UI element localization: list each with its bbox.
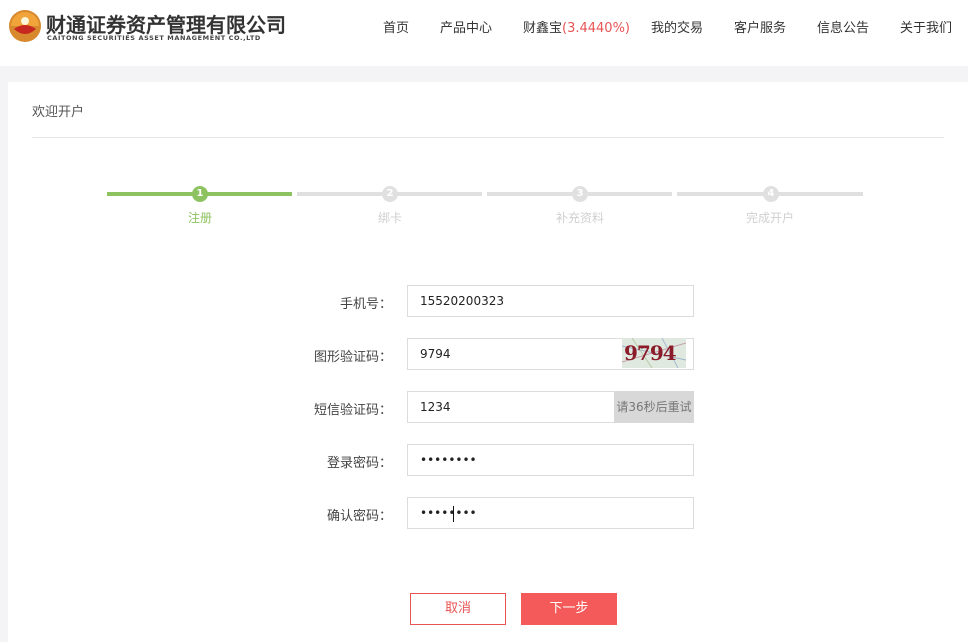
nav-my-trades[interactable]: 我的交易 xyxy=(651,17,703,36)
phone-label: 手机号： xyxy=(339,297,392,312)
company-logo[interactable]: 财通证券资产管理有限公司 CAITONG SECURITIES ASSET MA… xyxy=(8,8,286,44)
captcha-label: 图形验证码： xyxy=(313,350,392,365)
sms-code-label: 短信验证码： xyxy=(313,403,392,418)
confirm-password-label: 确认密码： xyxy=(326,509,392,524)
page-title: 欢迎开户 xyxy=(32,105,85,120)
nav-caixinbao[interactable]: 财鑫宝(3.4440%) xyxy=(523,17,630,36)
step-4-number: 4 xyxy=(763,186,779,202)
step-1-number: 1 xyxy=(192,186,208,202)
account-opening-panel: 欢迎开户 1 2 3 4 注册 绑卡 补充资料 完成开户 手机号： 图形验证码：… xyxy=(8,82,968,642)
nav-about-us[interactable]: 关于我们 xyxy=(900,17,952,36)
password-label: 登录密码： xyxy=(326,456,392,471)
resend-sms-button[interactable]: 请36秒后重试 xyxy=(614,391,694,423)
step-3-label: 补充资料 xyxy=(555,211,604,225)
step-1-label: 注册 xyxy=(187,211,212,225)
step-4-label: 完成开户 xyxy=(745,211,794,225)
logo-emblem-icon xyxy=(9,10,41,42)
step-3-number: 3 xyxy=(572,186,588,202)
next-step-button[interactable]: 下一步 xyxy=(521,593,617,625)
title-divider xyxy=(32,137,944,138)
confirm-password-input[interactable] xyxy=(407,497,694,529)
password-input[interactable] xyxy=(407,444,694,476)
nav-home[interactable]: 首页 xyxy=(383,17,409,36)
step-2-label: 绑卡 xyxy=(377,211,402,225)
captcha-characters: 9794 xyxy=(624,341,677,365)
text-cursor xyxy=(453,506,454,522)
captcha-image[interactable]: 9794 xyxy=(622,338,686,368)
cancel-button[interactable]: 取消 xyxy=(410,593,506,625)
logo-english-name: CAITONG SECURITIES ASSET MANAGEMENT CO.,… xyxy=(47,34,261,42)
phone-input[interactable] xyxy=(407,285,694,317)
nav-customer-service[interactable]: 客户服务 xyxy=(734,17,786,36)
nav-caixinbao-label: 财鑫宝 xyxy=(523,21,563,36)
nav-caixinbao-rate: (3.4440%) xyxy=(562,21,630,36)
nav-notices[interactable]: 信息公告 xyxy=(817,17,869,36)
step-2-number: 2 xyxy=(382,186,398,202)
nav-products[interactable]: 产品中心 xyxy=(440,17,492,36)
site-header: 财通证券资产管理有限公司 CAITONG SECURITIES ASSET MA… xyxy=(0,0,968,66)
